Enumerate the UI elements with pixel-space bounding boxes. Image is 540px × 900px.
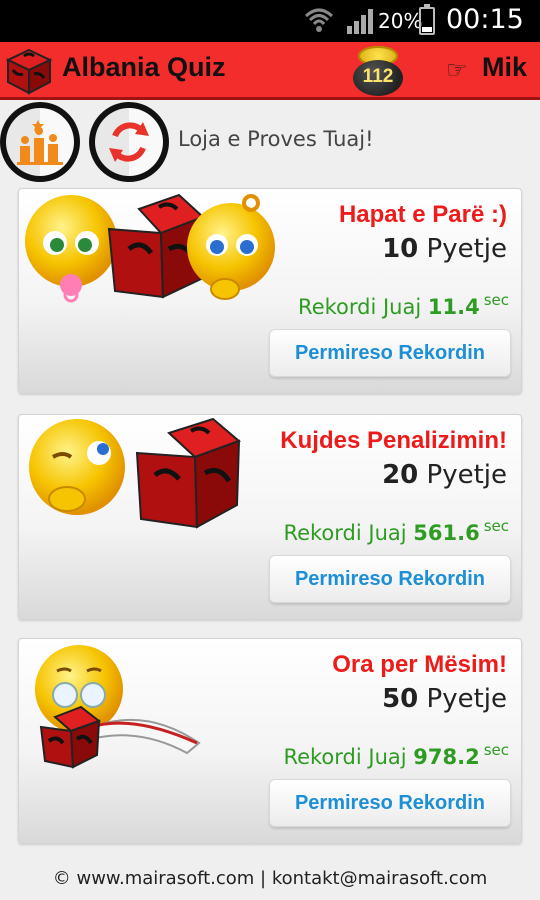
status-bar: 20% 00:15: [0, 0, 540, 42]
reset-button[interactable]: [89, 102, 169, 182]
dice-logo-icon[interactable]: [4, 46, 54, 96]
stats-button[interactable]: [0, 102, 80, 182]
signal-icon: [347, 9, 373, 34]
clock: 00:15: [446, 4, 524, 35]
record-label: Rekordi Juaj 11.4 sec: [298, 291, 509, 319]
app-title: Albania Quiz: [62, 52, 226, 82]
level-title: Kujdes Penalizimin!: [280, 427, 507, 454]
coin-count: 112: [362, 66, 394, 87]
refresh-icon: [109, 122, 149, 162]
record-label: Rekordi Juaj 978.2 sec: [283, 741, 509, 769]
battery-icon: [419, 4, 435, 35]
record-label: Rekordi Juaj 561.6 sec: [283, 517, 509, 545]
question-count: 20 Pyetje: [382, 460, 507, 490]
improve-record-button[interactable]: Permireso Rekordin: [269, 329, 511, 377]
level-card-1[interactable]: Hapat e Parë :) 10 Pyetje Rekordi Juaj 1…: [18, 188, 522, 394]
battery-percent: 20%: [378, 9, 423, 33]
question-count: 10 Pyetje: [382, 234, 507, 264]
footer-copyright: © www.mairasoft.com | kontakt@mairasoft.…: [52, 868, 488, 889]
level-title: Hapat e Parë :): [338, 201, 507, 228]
coin-pot-icon[interactable]: 112: [350, 44, 406, 98]
study-emoji-dice-book-icon: [35, 645, 201, 769]
level-card-2[interactable]: Kujdes Penalizimin! 20 Pyetje Rekordi Ju…: [18, 414, 522, 620]
level-card-3[interactable]: Ora per Mësim! 50 Pyetje Rekordi Juaj 97…: [18, 638, 522, 844]
thinking-emoji-dice-icon: [29, 417, 241, 529]
user-name[interactable]: Mik: [482, 52, 527, 83]
improve-record-button[interactable]: Permireso Rekordin: [269, 779, 511, 827]
question-count: 50 Pyetje: [382, 684, 507, 714]
trial-game-label: Loja e Proves Tuaj!: [178, 127, 374, 151]
baby-emoji-dice-icon: [25, 193, 275, 303]
improve-record-button[interactable]: Permireso Rekordin: [269, 555, 511, 603]
level-title: Ora per Mësim!: [332, 651, 507, 678]
wifi-icon: [304, 8, 334, 32]
stats-podium-icon: [17, 120, 63, 165]
app-bar: Albania Quiz 112 ☞ Mik: [0, 42, 540, 100]
pointing-hand-icon: ☞: [446, 56, 468, 84]
